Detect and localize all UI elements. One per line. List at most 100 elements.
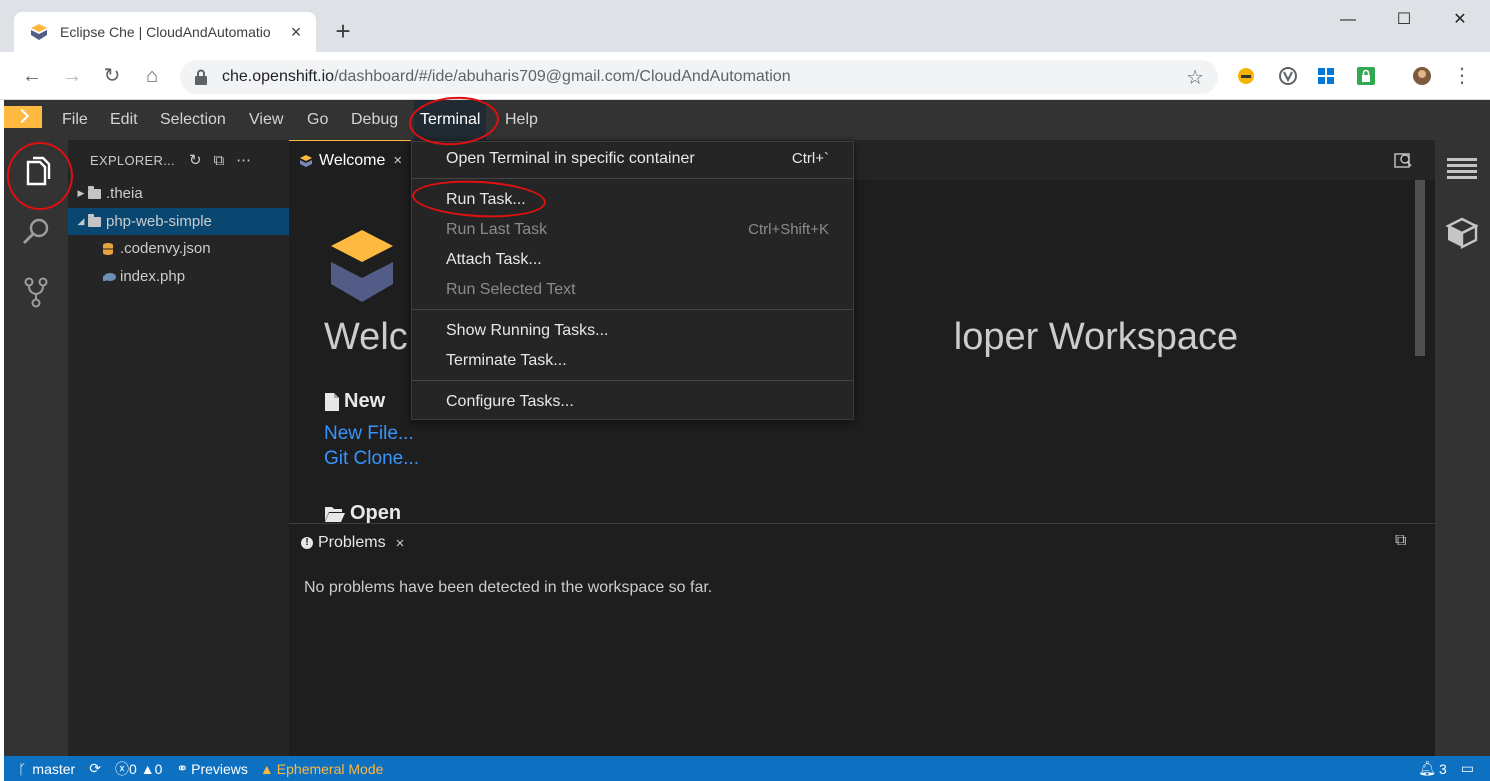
ephemeral-mode-item[interactable]: ▲ Ephemeral Mode: [260, 761, 383, 777]
close-tab-icon[interactable]: ×: [393, 152, 402, 169]
editor-scrollbar[interactable]: [1415, 180, 1425, 356]
tree-item-php-web-simple[interactable]: ◢ php-web-simple: [68, 208, 289, 235]
windows-icon[interactable]: [1316, 66, 1336, 86]
error-icon: ⓧ: [114, 760, 129, 777]
browser-menu-icon[interactable]: ⋮: [1446, 60, 1478, 92]
tree-item-codenvy-json[interactable]: .codenvy.json: [68, 235, 289, 262]
ide-menubar: File Edit Selection View Go Debug Termin…: [4, 100, 1490, 140]
menu-separator: [412, 309, 853, 310]
info-icon: !: [301, 537, 313, 549]
tree-item-index-php[interactable]: index.php: [68, 263, 289, 290]
expanded-chevron-icon: ◢: [77, 216, 85, 226]
tree-item-label: .codenvy.json: [120, 240, 211, 257]
welcome-title-left: Welc: [324, 316, 408, 358]
url-host: che.openshift.io: [222, 68, 335, 85]
explorer-title: EXPLORER...: [90, 152, 175, 168]
che-logo-icon[interactable]: [4, 106, 42, 128]
reload-button[interactable]: ↻: [96, 60, 128, 92]
tab-welcome[interactable]: Welcome ×: [289, 140, 411, 180]
bookmark-star-icon[interactable]: ☆: [1186, 65, 1204, 90]
menu-help[interactable]: Help: [499, 100, 544, 140]
menu-item-attach-task[interactable]: Attach Task...: [412, 245, 853, 275]
git-branch-item[interactable]: ᚴ master: [18, 761, 75, 777]
new-file-link[interactable]: New File...: [324, 423, 414, 445]
status-bar: ᚴ master ⟳ ⓧ 0 ▲ 0 ⚭ Previews ▲ Ephemeral …: [4, 756, 1490, 781]
browser-tab-title: Eclipse Che | CloudAndAutomatio: [60, 24, 271, 40]
tab-problems[interactable]: ! Problems ×: [301, 524, 404, 562]
browser-tab-strip: Eclipse Che | CloudAndAutomatio × + — ☐ …: [0, 0, 1490, 52]
source-control-icon[interactable]: [16, 272, 56, 312]
menu-view[interactable]: View: [243, 100, 289, 140]
collapsed-chevron-icon: ▶: [77, 188, 85, 198]
open-section-heading: Open: [324, 502, 401, 523]
warning-icon: ▲: [259, 760, 274, 777]
menu-debug[interactable]: Debug: [345, 100, 404, 140]
che-welcome-logo: [331, 230, 393, 302]
menu-item-run-selected-text[interactable]: Run Selected Text: [412, 275, 853, 305]
url-path: /dashboard/#/ide/abuharis709@gmail.com/C…: [334, 68, 791, 85]
git-clone-link[interactable]: Git Clone...: [324, 448, 419, 470]
key-icon[interactable]: [1236, 66, 1256, 86]
home-button[interactable]: ⌂: [136, 60, 168, 92]
problems-status-item[interactable]: ⓧ 0 ▲ 0: [115, 759, 162, 779]
folder-open-icon: [325, 506, 345, 522]
new-tab-button[interactable]: +: [330, 16, 356, 46]
refresh-icon[interactable]: ↻: [189, 151, 202, 169]
git-branch-icon: ᚴ: [18, 760, 27, 777]
php-elephant-icon: [103, 272, 116, 281]
panel-toggle-icon[interactable]: ▭: [1461, 760, 1474, 777]
file-icon: [325, 392, 339, 411]
welcome-title-right: loper Workspace: [953, 316, 1239, 358]
right-activity-bar: [1435, 140, 1490, 756]
shortcut-label: Ctrl+`: [791, 150, 829, 167]
more-actions-icon[interactable]: ⋯: [236, 151, 251, 169]
menu-go[interactable]: Go: [301, 100, 334, 140]
browser-toolbar: ← → ↻ ⌂ che.openshift.io/dashboard/#/ide…: [0, 52, 1490, 100]
browser-tab[interactable]: Eclipse Che | CloudAndAutomatio ×: [14, 12, 316, 52]
minimize-button[interactable]: —: [1328, 6, 1368, 34]
outline-list-icon[interactable]: [1446, 156, 1478, 182]
shortcut-label: Ctrl+Shift+K: [748, 221, 829, 238]
sync-icon[interactable]: ⟳: [89, 760, 101, 777]
menu-item-configure-tasks[interactable]: Configure Tasks...: [412, 387, 853, 417]
menu-item-run-last-task[interactable]: Run Last Task Ctrl+Shift+K: [412, 215, 853, 245]
avatar-icon[interactable]: [1412, 66, 1432, 86]
menu-selection[interactable]: Selection: [154, 100, 232, 140]
tab-label: Welcome: [319, 151, 386, 169]
tree-item-label: .theia: [106, 185, 143, 202]
preview-search-icon[interactable]: [1393, 150, 1413, 170]
problems-message: No problems have been detected in the wo…: [304, 579, 713, 596]
collapse-all-icon[interactable]: ⧉: [214, 152, 225, 169]
maximize-button[interactable]: ☐: [1384, 6, 1424, 34]
address-bar[interactable]: che.openshift.io/dashboard/#/ide/abuhari…: [180, 60, 1218, 94]
eclipse-che-favicon: [31, 24, 47, 40]
tree-item-label: index.php: [120, 268, 186, 285]
vivaldi-icon[interactable]: [1278, 66, 1298, 86]
menu-item-open-terminal[interactable]: Open Terminal in specific container Ctrl…: [412, 144, 853, 174]
forward-button[interactable]: →: [56, 60, 88, 92]
menu-item-show-running-tasks[interactable]: Show Running Tasks...: [412, 316, 853, 346]
close-window-button[interactable]: ✕: [1440, 6, 1480, 34]
annotation-circle-explorer: [7, 142, 73, 210]
json-db-icon: [103, 242, 113, 255]
search-icon[interactable]: [16, 212, 56, 252]
lock-icon[interactable]: [1356, 66, 1376, 86]
bell-icon: 🔔︎: [1418, 760, 1436, 776]
folder-icon: [88, 185, 101, 199]
close-tab-icon[interactable]: ×: [286, 22, 306, 43]
explorer-sidebar: EXPLORER... ↻ ⧉ ⋯ ▶ .theia ◢ php-web-sim…: [68, 140, 289, 756]
url-text: che.openshift.io/dashboard/#/ide/abuhari…: [222, 68, 1186, 86]
tree-item-theia[interactable]: ▶ .theia: [68, 180, 289, 207]
panel-tab-label: Problems: [318, 534, 386, 551]
close-panel-icon[interactable]: ×: [396, 535, 405, 552]
previews-item[interactable]: ⚭ Previews: [176, 760, 248, 777]
menu-file[interactable]: File: [56, 100, 94, 140]
new-section-heading: New: [324, 390, 385, 413]
maximize-panel-icon[interactable]: ⧉: [1395, 532, 1406, 550]
notifications-item[interactable]: 🔔︎ 3: [1418, 760, 1447, 777]
back-button[interactable]: ←: [16, 60, 48, 92]
tree-item-label: php-web-simple: [106, 213, 212, 230]
workspace-cube-icon[interactable]: [1445, 216, 1479, 250]
menu-item-terminate-task[interactable]: Terminate Task...: [412, 346, 853, 376]
menu-edit[interactable]: Edit: [104, 100, 144, 140]
